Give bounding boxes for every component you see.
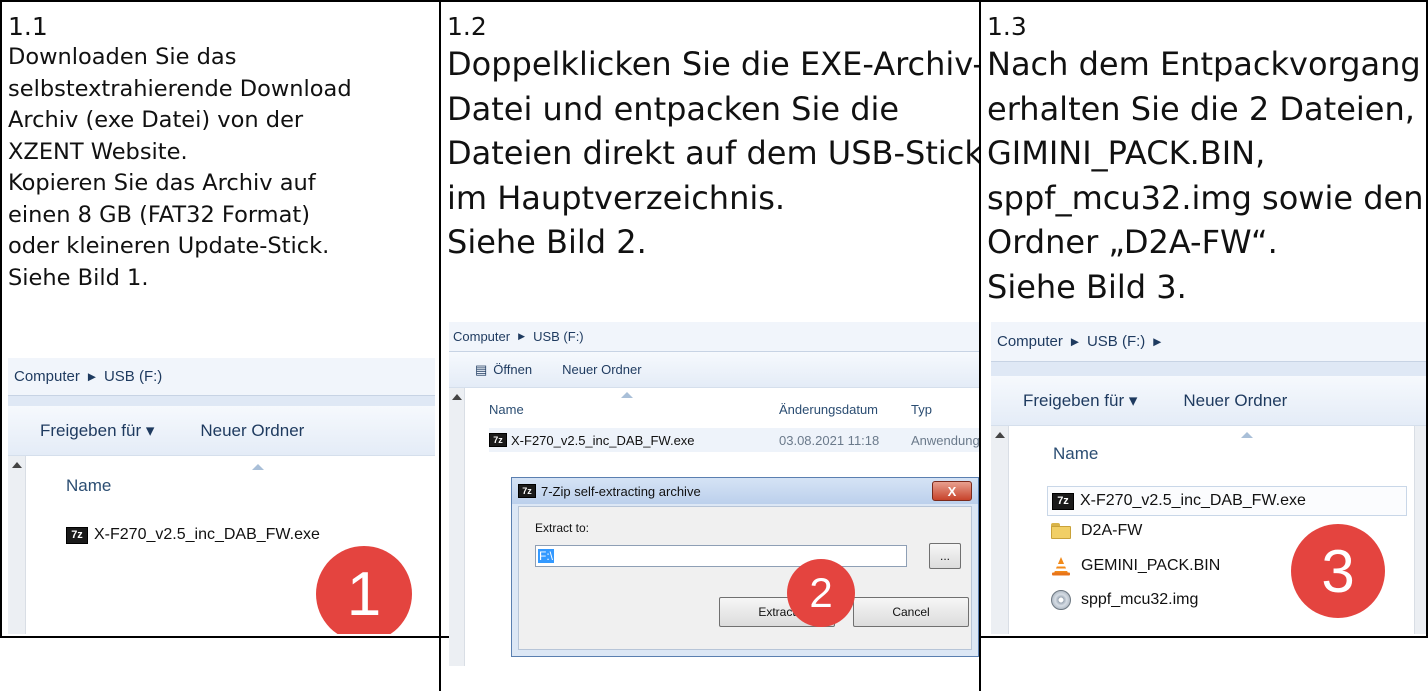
- chevron-right-icon: ▶: [87, 370, 96, 383]
- header-strip: [8, 396, 435, 406]
- file-name: X-F270_v2.5_inc_DAB_FW.exe: [1080, 492, 1306, 509]
- 7zip-icon: 7z: [66, 526, 88, 544]
- file-row[interactable]: sppf_mcu32.img: [1051, 590, 1198, 610]
- chevron-right-icon: ▶: [518, 331, 526, 341]
- open-icon: ▤: [475, 361, 488, 377]
- column-header-name[interactable]: Name: [489, 402, 524, 417]
- step-text: Doppelklicken Sie die EXE-Archiv- Datei …: [447, 45, 979, 261]
- header-strip: [991, 362, 1426, 376]
- breadcrumb-usb[interactable]: USB (F:): [1087, 333, 1145, 350]
- dialog-title: 7-Zip self-extracting archive: [541, 483, 701, 499]
- scrollbar[interactable]: [8, 456, 26, 634]
- step-text: Downloaden Sie das selbstextrahierende D…: [8, 44, 352, 291]
- step-number: 1.3: [987, 12, 1027, 41]
- breadcrumb: Computer ▶ USB (F:) ▶: [991, 322, 1426, 362]
- file-name: X-F270_v2.5_inc_DAB_FW.exe: [94, 526, 320, 543]
- close-icon[interactable]: X: [932, 481, 972, 501]
- 7zip-dialog: 7z 7-Zip self-extracting archive X Extra…: [511, 477, 979, 657]
- share-with-button[interactable]: Freigeben für ▾: [40, 421, 154, 441]
- open-button[interactable]: Öffnen: [493, 362, 532, 377]
- scroll-up-icon: [11, 462, 22, 468]
- dialog-title-bar: 7z 7-Zip self-extracting archive X: [512, 478, 978, 504]
- sort-ascending-icon: [252, 464, 264, 470]
- new-folder-button[interactable]: Neuer Ordner: [200, 421, 304, 441]
- breadcrumb: Computer ▶ USB (F:): [449, 322, 979, 352]
- scroll-up-icon: [994, 432, 1005, 438]
- chevron-right-icon: ▶: [1153, 335, 1162, 348]
- vlc-cone-icon: [1051, 556, 1071, 576]
- scrollbar-left[interactable]: [991, 426, 1009, 634]
- column-header-name[interactable]: Name: [1053, 444, 1098, 464]
- file-row[interactable]: D2A-FW: [1051, 522, 1142, 540]
- cancel-button[interactable]: Cancel: [853, 597, 969, 627]
- extract-to-label: Extract to:: [535, 521, 590, 535]
- column-header-type[interactable]: Typ: [911, 402, 932, 417]
- step-1-cell: 1.1 Downloaden Sie das selbstextrahieren…: [2, 2, 439, 636]
- file-name: X-F270_v2.5_inc_DAB_FW.exe: [511, 432, 695, 448]
- breadcrumb-computer[interactable]: Computer: [14, 368, 80, 385]
- file-type: Anwendung: [911, 432, 979, 448]
- share-with-button[interactable]: Freigeben für ▾: [1023, 391, 1137, 411]
- file-name: D2A-FW: [1081, 522, 1143, 539]
- step-badge: 1: [316, 546, 412, 634]
- extract-path-input[interactable]: F:\: [535, 545, 907, 567]
- step-number: 1.1: [8, 12, 48, 41]
- file-date: 03.08.2021 11:18: [779, 432, 880, 448]
- toolbar: Freigeben für ▾ Neuer Ordner: [8, 406, 435, 456]
- 7zip-icon: 7z: [518, 484, 536, 498]
- chevron-right-icon: ▶: [1070, 335, 1079, 348]
- sort-ascending-icon: [1241, 432, 1253, 438]
- column-header-name[interactable]: Name: [66, 476, 111, 496]
- path-value: F:\: [538, 549, 554, 563]
- file-name: sppf_mcu32.img: [1081, 591, 1199, 608]
- folder-icon: [1051, 522, 1071, 540]
- disc-image-icon: [1051, 590, 1071, 610]
- new-folder-button[interactable]: Neuer Ordner: [1183, 391, 1287, 411]
- step-2-cell: 1.2 Doppelklicken Sie die EXE-Archiv- Da…: [441, 2, 979, 691]
- step-3-cell: 1.3 Nach dem Entpackvorgang erhalten Sie…: [981, 2, 1426, 636]
- step-number: 1.2: [447, 12, 487, 41]
- scrollbar-right[interactable]: [1414, 426, 1426, 634]
- step-badge: 2: [787, 559, 855, 627]
- new-folder-button[interactable]: Neuer Ordner: [562, 362, 641, 377]
- dialog-body: Extract to: F:\ ... Extract Cancel: [518, 506, 972, 650]
- explorer-screenshot-2: Computer ▶ USB (F:) ▤ Öffnen Neuer Ordne…: [449, 322, 979, 666]
- step-badge: 3: [1291, 524, 1385, 618]
- toolbar: Freigeben für ▾ Neuer Ordner: [991, 376, 1426, 426]
- scrollbar[interactable]: [449, 388, 465, 666]
- browse-button[interactable]: ...: [929, 543, 961, 569]
- breadcrumb: Computer ▶ USB (F:): [8, 358, 435, 396]
- breadcrumb-usb[interactable]: USB (F:): [533, 329, 584, 344]
- step-text: Nach dem Entpackvorgang erhalten Sie die…: [987, 45, 1424, 306]
- file-row[interactable]: 7z X-F270_v2.5_inc_DAB_FW.exe: [66, 526, 320, 544]
- scroll-up-icon: [451, 394, 462, 400]
- toolbar: ▤ Öffnen Neuer Ordner: [449, 352, 979, 388]
- explorer-screenshot-1: Computer ▶ USB (F:) Freigeben für ▾ Neue…: [8, 358, 435, 634]
- breadcrumb-computer[interactable]: Computer: [453, 329, 510, 344]
- explorer-screenshot-3: Computer ▶ USB (F:) ▶ Freigeben für ▾ Ne…: [991, 322, 1426, 634]
- file-row[interactable]: 7z X-F270_v2.5_inc_DAB_FW.exe 03.08.2021…: [489, 428, 979, 452]
- column-header-date[interactable]: Änderungsdatum: [779, 402, 878, 417]
- instruction-table: 1.1 Downloaden Sie das selbstextrahieren…: [0, 0, 1428, 691]
- file-name: GEMINI_PACK.BIN: [1081, 557, 1221, 574]
- file-row[interactable]: GEMINI_PACK.BIN: [1051, 556, 1220, 576]
- sort-ascending-icon: [621, 392, 633, 398]
- breadcrumb-usb[interactable]: USB (F:): [104, 368, 162, 385]
- 7zip-icon: 7z: [1052, 492, 1074, 510]
- 7zip-icon: 7z: [489, 433, 507, 447]
- breadcrumb-computer[interactable]: Computer: [997, 333, 1063, 350]
- file-row[interactable]: 7z X-F270_v2.5_inc_DAB_FW.exe: [1047, 486, 1407, 516]
